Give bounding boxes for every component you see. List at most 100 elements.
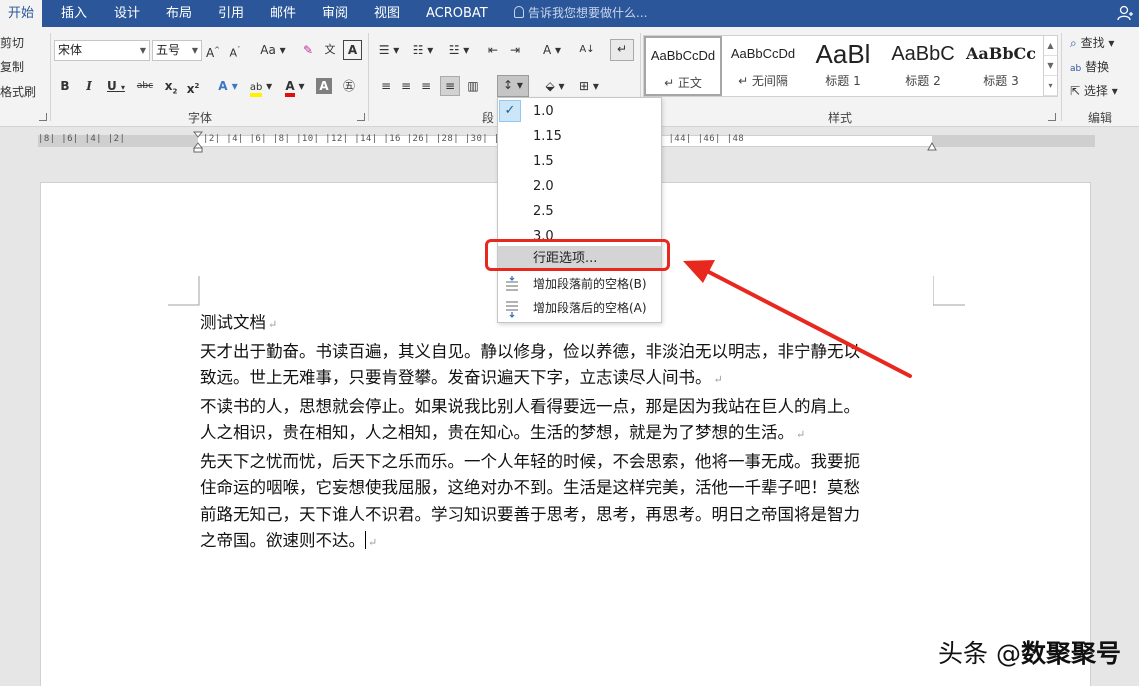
option-label: 增加段落前的空格(B) <box>533 277 647 291</box>
font-color-icon[interactable]: A ▾ <box>280 77 310 97</box>
line-text: 不读书的人，思想就会停止。如果说我比别人看得要远一点，那是因为我站在巨人的肩上。 <box>200 396 860 416</box>
tell-me-box[interactable]: 告诉我您想要做什么... <box>514 0 647 27</box>
strikethrough-icon[interactable]: abc <box>132 77 158 95</box>
space-after-icon <box>506 301 518 318</box>
styles-group-label: 样式 <box>828 111 853 125</box>
add-space-before-item[interactable]: 增加段落前的空格(B) <box>498 272 661 297</box>
chinese-layout-icon[interactable]: A ▾ <box>538 41 566 59</box>
add-space-after-item[interactable]: 增加段落后的空格(A) <box>498 296 661 321</box>
increase-indent-icon[interactable]: ⇥ <box>506 41 524 59</box>
sort-icon[interactable]: A↓ <box>578 41 596 59</box>
more-styles-icon[interactable]: ▾ <box>1044 76 1057 96</box>
decrease-indent-icon[interactable]: ⇤ <box>484 41 502 59</box>
bullets-icon[interactable]: ☰ ▾ <box>374 41 404 59</box>
indent-marker-icon[interactable] <box>193 131 203 153</box>
distributed-icon[interactable]: ▥ <box>464 77 482 95</box>
tab-mailings[interactable]: 邮件 <box>264 0 302 27</box>
line-spacing-option-1-0[interactable]: ✓ 1.0 <box>498 99 661 124</box>
justify-icon[interactable]: ≡ <box>440 76 460 96</box>
watermark: 头条 @数聚聚号 <box>938 634 1121 670</box>
clipboard-launcher-icon[interactable] <box>39 113 47 121</box>
character-shading-icon[interactable]: A <box>316 78 332 94</box>
shrink-font-icon[interactable]: Aˇ <box>227 41 243 63</box>
align-left-icon[interactable]: ≡ <box>378 77 394 95</box>
line-spacing-option-1-5[interactable]: 1.5 <box>498 149 661 174</box>
paragraph-mark-icon: ↵ <box>713 373 723 386</box>
subscript-icon[interactable]: x2 <box>162 77 180 100</box>
checkmark-icon: ✓ <box>499 100 521 122</box>
italic-icon[interactable]: I <box>82 77 96 95</box>
select-button[interactable]: ⇱ 选择 ▾ <box>1070 82 1118 99</box>
share-user-icon[interactable] <box>1117 5 1133 21</box>
copy-button[interactable]: 复制 <box>0 58 24 75</box>
font-size-value: 五号 <box>156 43 181 57</box>
tab-design[interactable]: 设计 <box>108 0 146 27</box>
align-center-icon[interactable]: ≡ <box>398 77 414 95</box>
style-normal[interactable]: AaBbCcDd ↵ 正文 <box>644 36 722 96</box>
font-group-label: 字体 <box>188 111 213 125</box>
tab-home[interactable]: 开始 <box>0 0 42 27</box>
styles-scrollbar[interactable]: ▲ ▼ ▾ <box>1043 36 1057 96</box>
chevron-down-icon: ▼ <box>191 46 198 55</box>
clear-formatting-icon[interactable]: ✎ <box>299 41 317 59</box>
font-name-combo[interactable]: 宋体 ▼ <box>54 40 150 61</box>
style-heading-1[interactable]: AaBl 标题 1 <box>804 36 882 96</box>
ribbon-tab-bar: 开始 插入 设计 布局 引用 邮件 审阅 视图 ACROBAT 告诉我您想要做什… <box>0 0 1139 27</box>
style-name-heading-1: 标题 1 <box>825 74 861 88</box>
superscript-icon[interactable]: x2 <box>184 77 202 98</box>
font-launcher-icon[interactable] <box>357 113 365 121</box>
find-button[interactable]: ⌕ 查找 ▾ <box>1070 34 1114 51</box>
highlight-color-icon[interactable]: ab ▾ <box>246 77 276 97</box>
tab-acrobat[interactable]: ACROBAT <box>420 0 494 27</box>
tab-view[interactable]: 视图 <box>368 0 406 27</box>
document-line: 先天下之忧而忧，后天下之乐而乐。一个人年轻的时候，不会思索，他将一事无成。我要扼 <box>200 449 940 476</box>
underline-icon[interactable]: U ▾ <box>104 77 128 97</box>
format-painter-button[interactable]: 格式刷 <box>0 83 36 100</box>
scroll-down-icon[interactable]: ▼ <box>1044 56 1057 76</box>
phonetic-guide-icon[interactable]: 文 <box>320 41 340 59</box>
tab-layout[interactable]: 布局 <box>160 0 198 27</box>
multilevel-list-icon[interactable]: ☳ ▾ <box>442 41 476 59</box>
option-label: 1.15 <box>533 129 562 144</box>
line-text: 人之相识，贵在相知，人之相知，贵在知心。生活的梦想，就是为了梦想的生活。 <box>200 423 794 442</box>
style-no-spacing[interactable]: AaBbCcDd ↵ 无间隔 <box>724 36 802 96</box>
document-line: 不读书的人，思想就会停止。如果说我比别人看得要远一点，那是因为我站在巨人的肩上。 <box>200 394 940 421</box>
copy-label: 复制 <box>0 60 25 74</box>
grow-font-icon[interactable]: A^ <box>205 41 221 62</box>
line-text: 先天下之忧而忧，后天下之乐而乐。一个人年轻的时候，不会思索，他将一事无成。我要扼 <box>200 451 860 471</box>
numbering-icon[interactable]: ☷ ▾ <box>408 41 438 59</box>
shading-icon[interactable]: ⬙ ▾ <box>540 77 570 95</box>
align-right-icon[interactable]: ≡ <box>418 77 434 95</box>
style-heading-3[interactable]: AaBbCc 标题 3 <box>962 36 1040 96</box>
document-body[interactable]: 测试文档 ↵ 天才出于勤奋。书读百遍，其义自见。静以修身，俭以养德，非淡泊无以明志，… <box>200 310 940 557</box>
document-line: 人之相识，贵在相知，人之相知，贵在知心。生活的梦想，就是为了梦想的生活。 ↵ <box>200 420 940 449</box>
scroll-up-icon[interactable]: ▲ <box>1044 36 1057 56</box>
tab-review[interactable]: 审阅 <box>316 0 354 27</box>
font-size-combo[interactable]: 五号 ▼ <box>152 40 202 61</box>
space-before-icon <box>506 276 518 291</box>
line-spacing-option-1-15[interactable]: 1.15 <box>498 124 661 149</box>
enclose-characters-icon[interactable]: ㊄ <box>340 77 358 95</box>
line-spacing-option-2-0[interactable]: 2.0 <box>498 174 661 199</box>
crop-mark-right <box>933 276 965 306</box>
bold-icon[interactable]: B <box>58 77 72 95</box>
change-case-button[interactable]: Aa ▾ <box>256 41 290 59</box>
character-border-icon[interactable]: A <box>343 40 362 60</box>
tab-insert[interactable]: 插入 <box>55 0 93 27</box>
replace-button[interactable]: ab 替换 <box>1070 58 1109 75</box>
style-heading-2[interactable]: AaBbC 标题 2 <box>884 36 962 96</box>
cut-button[interactable]: 剪切 <box>0 34 24 51</box>
style-preview-normal: AaBbCcDd <box>650 48 716 63</box>
show-marks-icon[interactable]: ↵ <box>610 39 634 61</box>
ruler-numbers-right: |2| |4| |6| |8| |10| |12| |14| |16 |26| … <box>203 134 745 144</box>
paragraph-mark-icon: ↵ <box>796 428 806 441</box>
styles-launcher-icon[interactable] <box>1048 113 1056 121</box>
paragraph-group-label: 段 <box>482 111 495 125</box>
borders-icon[interactable]: ⊞ ▾ <box>574 77 604 95</box>
right-indent-marker-icon[interactable] <box>927 142 937 152</box>
line-spacing-option-2-5[interactable]: 2.5 <box>498 199 661 224</box>
text-effects-icon[interactable]: A ▾ <box>214 77 242 95</box>
line-spacing-button[interactable]: ↕ ▾ <box>497 75 529 97</box>
editing-group-label: 编辑 <box>1088 111 1113 125</box>
tab-references[interactable]: 引用 <box>212 0 250 27</box>
